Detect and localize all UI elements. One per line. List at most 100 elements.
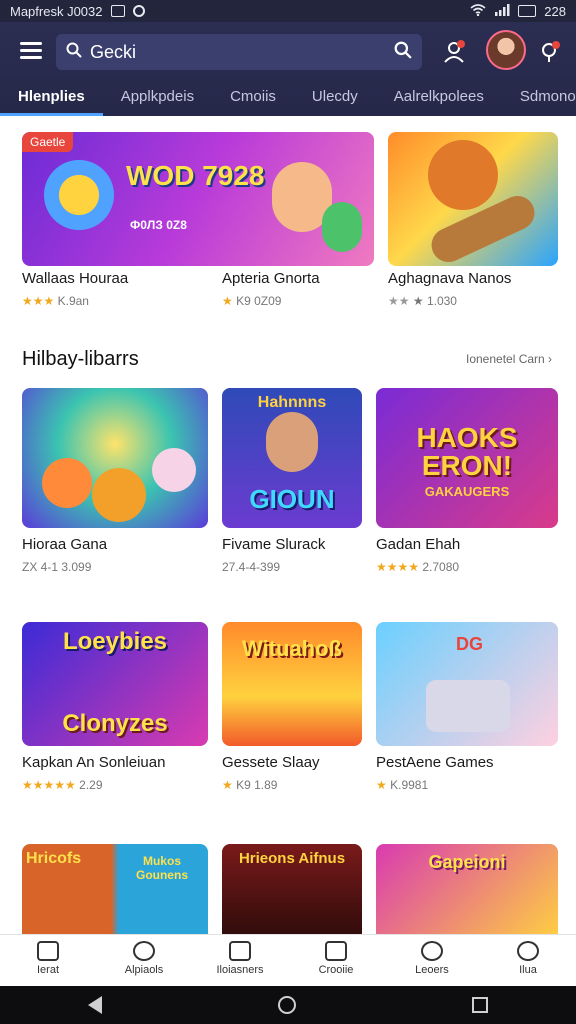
tab-0[interactable]: Hlenplies — [0, 84, 103, 116]
link-icon — [517, 941, 539, 961]
tab-3[interactable]: Ulecdy — [294, 84, 376, 116]
profile-icon[interactable] — [442, 40, 466, 64]
game-card-image-0[interactable] — [22, 388, 208, 528]
nav-label: Alpiaols — [124, 964, 164, 976]
featured-art-sub: Ф0ЛЗ 0Z8 — [130, 218, 187, 232]
nav-label: Crooiie — [318, 964, 354, 976]
status-left-text: Mapfresk J0032 — [10, 3, 103, 19]
rating-value: ZX 4-1 3.099 — [22, 560, 92, 574]
game-card-image-5[interactable]: DG — [376, 622, 558, 746]
system-navigation — [0, 986, 576, 1024]
rating-stars: ★ — [222, 778, 233, 792]
game-art-text-2: HAOKS ERON! — [416, 422, 518, 481]
rating-value: K.9an — [57, 294, 89, 308]
featured-card-image-2[interactable] — [388, 132, 558, 266]
game-rating-4: ★ K9 1.89 — [222, 778, 277, 792]
game-art-text-1: GIOUN — [249, 484, 335, 514]
tab-5[interactable]: Sdmonoolcr — [502, 84, 576, 116]
nav-item-3[interactable]: Crooiie — [288, 935, 384, 986]
featured-title-0[interactable]: Wallaas Houraa — [22, 270, 128, 287]
game-title-4[interactable]: Gessete Slaay — [222, 754, 320, 771]
nav-label: Iloiasners — [216, 964, 264, 976]
nav-item-0[interactable]: Ierat — [0, 935, 96, 986]
rating-stars: ★ — [222, 294, 233, 308]
game-art-top-1: Hahnnns — [257, 394, 327, 411]
tab-4[interactable]: Aalrelkpolees — [376, 84, 502, 116]
home-button-icon[interactable] — [278, 996, 296, 1014]
game-rating-1: 27.4-4-399 — [222, 560, 280, 574]
house-icon — [229, 941, 251, 961]
rating-value: K.9981 — [390, 778, 429, 792]
game-card-image-6[interactable]: Hricofs Mukos Gounens — [22, 844, 208, 934]
game-art-top-3: Loeybies — [62, 628, 168, 655]
nav-label: Ilua — [519, 964, 537, 976]
featured-badge: Gaetle — [22, 132, 74, 152]
menu-icon[interactable] — [20, 42, 42, 60]
game-title-3[interactable]: Kapkan An Sonleiuan — [22, 754, 165, 771]
home-icon — [37, 941, 59, 961]
game-art-sub-6: Mukos Gounens — [135, 854, 188, 882]
game-rating-2: ★★★★ 2.7080 — [376, 560, 459, 574]
category-tabs: Hlenplies Applkpdeis Cmoiis Ulecdy Aalre… — [0, 84, 576, 116]
featured-card-image[interactable]: Gaetle WOD 7928 Ф0ЛЗ 0Z8 — [22, 132, 374, 266]
game-art-sub-2: GAKAUGERS — [424, 484, 510, 499]
search-submit-icon[interactable] — [394, 41, 412, 64]
game-card-image-4[interactable]: Wituahoß — [222, 622, 362, 746]
status-bar: Mapfresk J0032 228 — [0, 0, 576, 22]
game-art-text-6: Hricofs — [26, 850, 82, 867]
wifi-icon — [470, 3, 486, 19]
nav-item-5[interactable]: Ilua — [480, 935, 576, 986]
game-title-5[interactable]: PestAene Games — [376, 754, 494, 771]
rating-value: 27.4-4-399 — [222, 560, 281, 574]
signal-icon — [494, 3, 510, 19]
nav-item-1[interactable]: Alpiaols — [96, 935, 192, 986]
notification-bell-icon[interactable] — [538, 40, 562, 64]
nav-item-4[interactable]: Leoers — [384, 935, 480, 986]
nav-label: Ierat — [36, 964, 59, 976]
notification-icon — [132, 5, 145, 17]
game-title-2[interactable]: Gadan Ehah — [376, 536, 460, 553]
game-card-image-1[interactable]: Hahnnns GIOUN — [222, 388, 362, 528]
tab-1[interactable]: Applkpdeis — [103, 84, 212, 116]
nav-label: Leoers — [415, 964, 449, 976]
section-title: Hilbay-libarrs — [22, 348, 139, 370]
game-art-text-7: Hrieons Aifnus — [238, 850, 346, 867]
featured-rating-0: ★★★ K.9an — [22, 294, 89, 308]
game-card-image-2[interactable]: HAOKS ERON! GAKAUGERS — [376, 388, 558, 528]
featured-rating-2: ★★ ★ 1.030 — [388, 294, 457, 308]
rating-value: 2.29 — [79, 778, 103, 792]
search-bar[interactable]: Gecki — [56, 34, 422, 70]
game-art-text-4: Wituahoß — [242, 636, 342, 661]
app-header: Gecki Hlenplies Applkpdeis Cmoiis Ulecdy… — [0, 22, 576, 116]
game-card-image-3[interactable]: Loeybies Clonyzes — [22, 622, 208, 746]
nav-item-2[interactable]: Iloiasners — [192, 935, 288, 986]
game-card-image-8[interactable]: Gapeioni — [376, 844, 558, 934]
game-art-text-3: Clonyzes — [62, 710, 168, 737]
battery-icon — [518, 5, 537, 17]
image-icon — [110, 5, 125, 17]
rating-stars: ★ — [376, 778, 387, 792]
status-right-text: 228 — [544, 3, 566, 19]
section-more-link[interactable]: Ionenetel Carn › — [466, 352, 552, 366]
game-card-image-7[interactable]: Hrieons Aifnus — [222, 844, 362, 934]
rating-value: K9 0Z09 — [236, 294, 282, 308]
featured-title-1[interactable]: Apteria Gnorta — [222, 270, 320, 287]
back-icon[interactable] — [88, 996, 102, 1014]
search-input[interactable]: Gecki — [90, 42, 394, 63]
square-icon — [325, 941, 347, 961]
rating-value: 2.7080 — [422, 560, 460, 574]
chat-icon — [421, 941, 443, 961]
rating-value: ★ 1.030 — [412, 294, 457, 308]
game-rating-5: ★ K.9981 — [376, 778, 428, 792]
game-title-0[interactable]: Hioraa Gana — [22, 536, 107, 553]
tab-2[interactable]: Cmoiis — [212, 84, 294, 116]
bottom-navigation: Ierat Alpiaols Iloiasners Crooiie Leoers… — [0, 934, 576, 986]
game-art-text-5: DG — [456, 634, 483, 654]
recents-icon[interactable] — [472, 997, 488, 1013]
rating-value: K9 1.89 — [236, 778, 278, 792]
featured-art-text: WOD 7928 — [126, 160, 265, 191]
game-title-1[interactable]: Fivame Slurack — [222, 536, 325, 553]
game-rating-0: ZX 4-1 3.099 — [22, 560, 91, 574]
featured-title-2[interactable]: Aghagnava Nanos — [388, 270, 511, 287]
avatar[interactable] — [486, 30, 526, 70]
